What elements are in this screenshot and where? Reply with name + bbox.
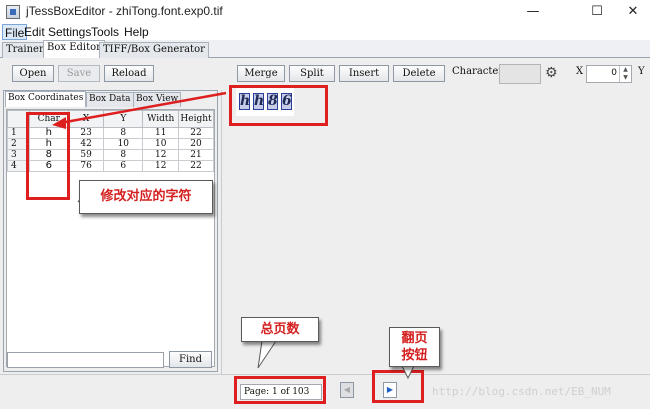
find-input[interactable] [7,352,164,368]
cell-y[interactable]: 8 [103,127,144,139]
column-header[interactable]: Width [142,110,180,128]
page-button-highlight [372,370,424,403]
callout-page-button: 翻页 按钮 [389,327,440,367]
tab-box-view[interactable]: Box View [133,92,182,107]
main-tabs: Trainer Box Editor TIFF/Box Generator [0,40,650,58]
cell-x[interactable]: 42 [68,138,105,150]
glyph-highlight [229,85,328,126]
callout-text: 翻页 [401,331,428,346]
cell-width[interactable]: 10 [142,138,180,150]
char-column-highlight [26,112,70,200]
menu-tools[interactable]: Tools [91,24,119,40]
callout-total-pages: 总页数 [241,317,319,342]
menu-edit[interactable]: Edit [24,24,45,40]
split-button[interactable]: Split [289,65,335,82]
title-bar: jTessBoxEditor - zhiTong.font.exp0.tif —… [0,0,650,24]
delete-button[interactable]: Delete [393,65,445,82]
tab-box-data[interactable]: Box Data [86,92,134,107]
cell-height[interactable]: 22 [178,160,214,172]
x-spinner[interactable]: 0 ▲ ▼ [586,65,632,83]
cell-x[interactable]: 59 [68,149,105,161]
insert-button[interactable]: Insert [339,65,389,82]
character-label: Character [452,66,504,77]
cell-width[interactable]: 11 [142,127,180,139]
cell-x[interactable]: 23 [68,127,105,139]
watermark: http://blog.csdn.net/EB_NUM [432,385,611,398]
callout-text: 修改对应的字符 [100,189,192,204]
cell-width[interactable]: 12 [142,160,180,172]
merge-button[interactable]: Merge [237,65,285,82]
cell-height[interactable]: 22 [178,127,214,139]
gear-icon[interactable]: ⚙ [545,66,559,80]
tab-trainer[interactable]: Trainer [2,42,48,58]
column-header[interactable]: Y [103,110,144,128]
cell-y[interactable]: 8 [103,149,144,161]
close-icon[interactable]: ✕ [610,0,650,24]
previous-page-icon[interactable]: ◀ [340,382,354,398]
tab-box-editor[interactable]: Box Editor [43,40,105,58]
tab-box-coordinates[interactable]: Box Coordinates [5,91,87,107]
save-button[interactable]: Save [58,65,100,82]
cell-x[interactable]: 76 [68,160,105,172]
cell-y[interactable]: 6 [103,160,144,172]
cell-width[interactable]: 12 [142,149,180,161]
app-icon [6,5,20,19]
y-label: Y [638,66,645,77]
callout-text: 按钮 [401,348,428,363]
character-field[interactable] [499,64,541,84]
menu-help[interactable]: Help [124,24,149,40]
open-button[interactable]: Open [12,65,54,82]
find-button[interactable]: Find [169,351,212,368]
cell-height[interactable]: 20 [178,138,214,150]
reload-button[interactable]: Reload [104,65,154,82]
column-header[interactable]: X [68,110,105,128]
column-header[interactable]: Height [178,110,214,128]
x-label: X [576,66,584,77]
callout-modify-char: 修改对应的字符 [79,180,213,214]
minimize-icon[interactable]: — [510,0,556,24]
callout-text: 总页数 [260,322,300,337]
cell-height[interactable]: 21 [178,149,214,161]
spinner-arrows-icon[interactable]: ▲ ▼ [619,66,631,82]
page-count-highlight [234,376,326,404]
left-subtabs: Box Coordinates Box Data Box View [4,91,217,107]
menu-bar: File Edit Settings Tools Help [0,24,650,40]
menu-settings[interactable]: Settings [48,24,91,40]
window-title: jTessBoxEditor - zhiTong.font.exp0.tif [26,4,223,18]
x-value: 0 [611,68,617,78]
tab-tiff-box-generator[interactable]: TIFF/Box Generator [99,42,209,58]
cell-y[interactable]: 10 [103,138,144,150]
